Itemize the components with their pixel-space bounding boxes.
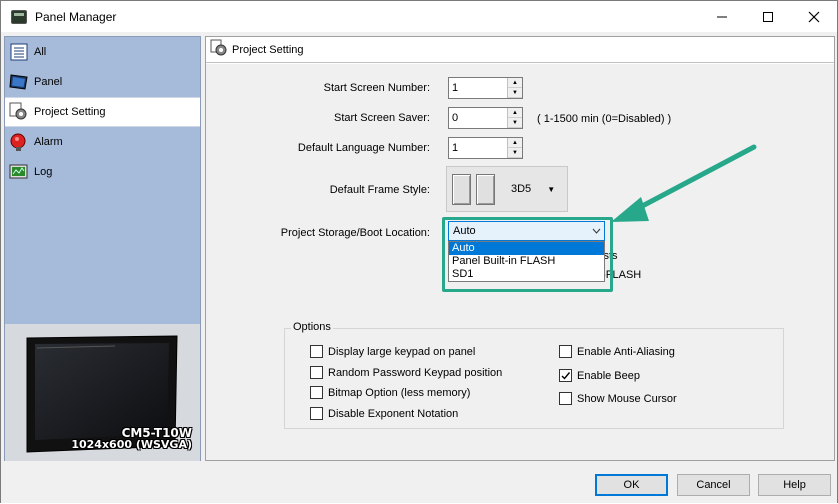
dropdown-caret-icon: ▼ xyxy=(547,184,556,194)
default-language-input[interactable] xyxy=(449,138,507,158)
grid-icon xyxy=(9,42,29,62)
option-show-mouse-cursor[interactable]: Show Mouse Cursor xyxy=(559,392,677,405)
title-bar[interactable]: Panel Manager xyxy=(1,1,837,32)
start-screen-saver-stepper[interactable]: ▲▼ xyxy=(448,107,523,129)
start-screen-number-label: Start Screen Number: xyxy=(323,82,430,94)
frame-style-picker[interactable]: 3D5 ▼ xyxy=(446,166,568,212)
spin-up-icon[interactable]: ▲ xyxy=(508,138,522,148)
start-screen-saver-label: Start Screen Saver: xyxy=(334,112,430,124)
spin-down-icon[interactable]: ▼ xyxy=(508,148,522,158)
checkbox[interactable] xyxy=(310,386,323,399)
maximize-icon xyxy=(763,11,773,22)
option-label: Show Mouse Cursor xyxy=(577,392,677,405)
spin-down-icon[interactable]: ▼ xyxy=(508,88,522,98)
minimize-button[interactable] xyxy=(699,1,745,32)
minimize-icon xyxy=(717,16,727,17)
checkmark-icon xyxy=(561,372,571,380)
option-bitmap[interactable]: Bitmap Option (less memory) xyxy=(310,386,470,399)
option-label: Display large keypad on panel xyxy=(328,345,476,358)
sidebar-item-label: Project Setting xyxy=(34,106,106,118)
help-button[interactable]: Help xyxy=(758,474,831,496)
checkbox[interactable] xyxy=(559,392,572,405)
sidebar-item-label: All xyxy=(34,46,47,58)
app-icon xyxy=(11,9,27,24)
close-button[interactable] xyxy=(791,1,837,32)
ok-button[interactable]: OK xyxy=(595,474,668,496)
option-disable-exponent[interactable]: Disable Exponent Notation xyxy=(310,407,458,420)
sidebar-item-label: Alarm xyxy=(34,136,63,148)
option-label: Random Password Keypad position xyxy=(328,366,503,379)
option-random-password-keypad[interactable]: Random Password Keypad position xyxy=(310,366,502,379)
sidebar-item-alarm[interactable]: Alarm xyxy=(5,127,200,157)
checkbox[interactable] xyxy=(310,345,323,358)
option-label: Disable Exponent Notation xyxy=(328,407,459,420)
start-screen-number-input[interactable] xyxy=(449,78,507,98)
gear-icon xyxy=(9,102,29,122)
sidebar-item-project-setting[interactable]: Project Setting xyxy=(5,97,200,127)
annotation-highlight-box xyxy=(442,217,613,292)
option-large-keypad[interactable]: Display large keypad on panel xyxy=(310,345,475,358)
panel-manager-window: Panel Manager All Panel Project Setting … xyxy=(0,0,838,503)
option-anti-aliasing[interactable]: Enable Anti-Aliasing xyxy=(559,345,675,358)
maximize-button[interactable] xyxy=(745,1,791,32)
storage-boot-location-label: Project Storage/Boot Location: xyxy=(280,227,430,239)
panel-icon xyxy=(9,72,29,92)
option-label: Bitmap Option (less memory) xyxy=(328,386,471,399)
sidebar-item-log[interactable]: Log xyxy=(5,157,200,187)
main-header: Project Setting xyxy=(206,37,834,63)
alarm-icon xyxy=(9,132,29,152)
spin-up-icon[interactable]: ▲ xyxy=(508,108,522,118)
options-group: Options Display large keypad on panel Ra… xyxy=(284,321,784,429)
cancel-button[interactable]: Cancel xyxy=(677,474,750,496)
gear-icon xyxy=(210,39,228,60)
spin-up-icon[interactable]: ▲ xyxy=(508,78,522,88)
start-screen-saver-input[interactable] xyxy=(449,108,507,128)
default-language-label: Default Language Number: xyxy=(297,142,430,154)
default-frame-style-label: Default Frame Style: xyxy=(329,184,430,196)
option-label: Enable Beep xyxy=(577,369,640,382)
window-title: Panel Manager xyxy=(35,9,117,24)
checkbox[interactable] xyxy=(310,407,323,420)
frame-style-swatch-2 xyxy=(476,173,495,205)
sidebar-item-label: Panel xyxy=(34,76,63,88)
checkbox[interactable] xyxy=(559,345,572,358)
default-language-stepper[interactable]: ▲▼ xyxy=(448,137,523,159)
options-legend: Options xyxy=(291,321,333,333)
start-screen-number-stepper[interactable]: ▲▼ xyxy=(448,77,523,99)
sidebar-item-panel[interactable]: Panel xyxy=(5,67,200,97)
frame-style-swatch-1 xyxy=(452,173,471,205)
checkbox-checked[interactable] xyxy=(559,369,572,382)
log-icon xyxy=(9,162,29,182)
panel-resolution: 1024x600 (WSVGA) xyxy=(71,438,192,451)
checkbox[interactable] xyxy=(310,366,323,379)
close-icon xyxy=(808,11,820,22)
option-enable-beep[interactable]: Enable Beep xyxy=(559,369,640,382)
sidebar-item-label: Log xyxy=(34,166,53,178)
page-title: Project Setting xyxy=(232,43,304,56)
panel-model-label: CM5-T10W 1024x600 (WSVGA) xyxy=(71,427,192,451)
screen-saver-hint: ( 1-1500 min (0=Disabled) ) xyxy=(537,113,672,125)
panel-preview: CM5-T10W 1024x600 (WSVGA) xyxy=(5,324,200,461)
sidebar-item-all[interactable]: All xyxy=(5,37,200,67)
option-label: Enable Anti-Aliasing xyxy=(577,345,675,358)
spin-down-icon[interactable]: ▼ xyxy=(508,118,522,128)
frame-style-value: 3D5 xyxy=(511,183,532,195)
